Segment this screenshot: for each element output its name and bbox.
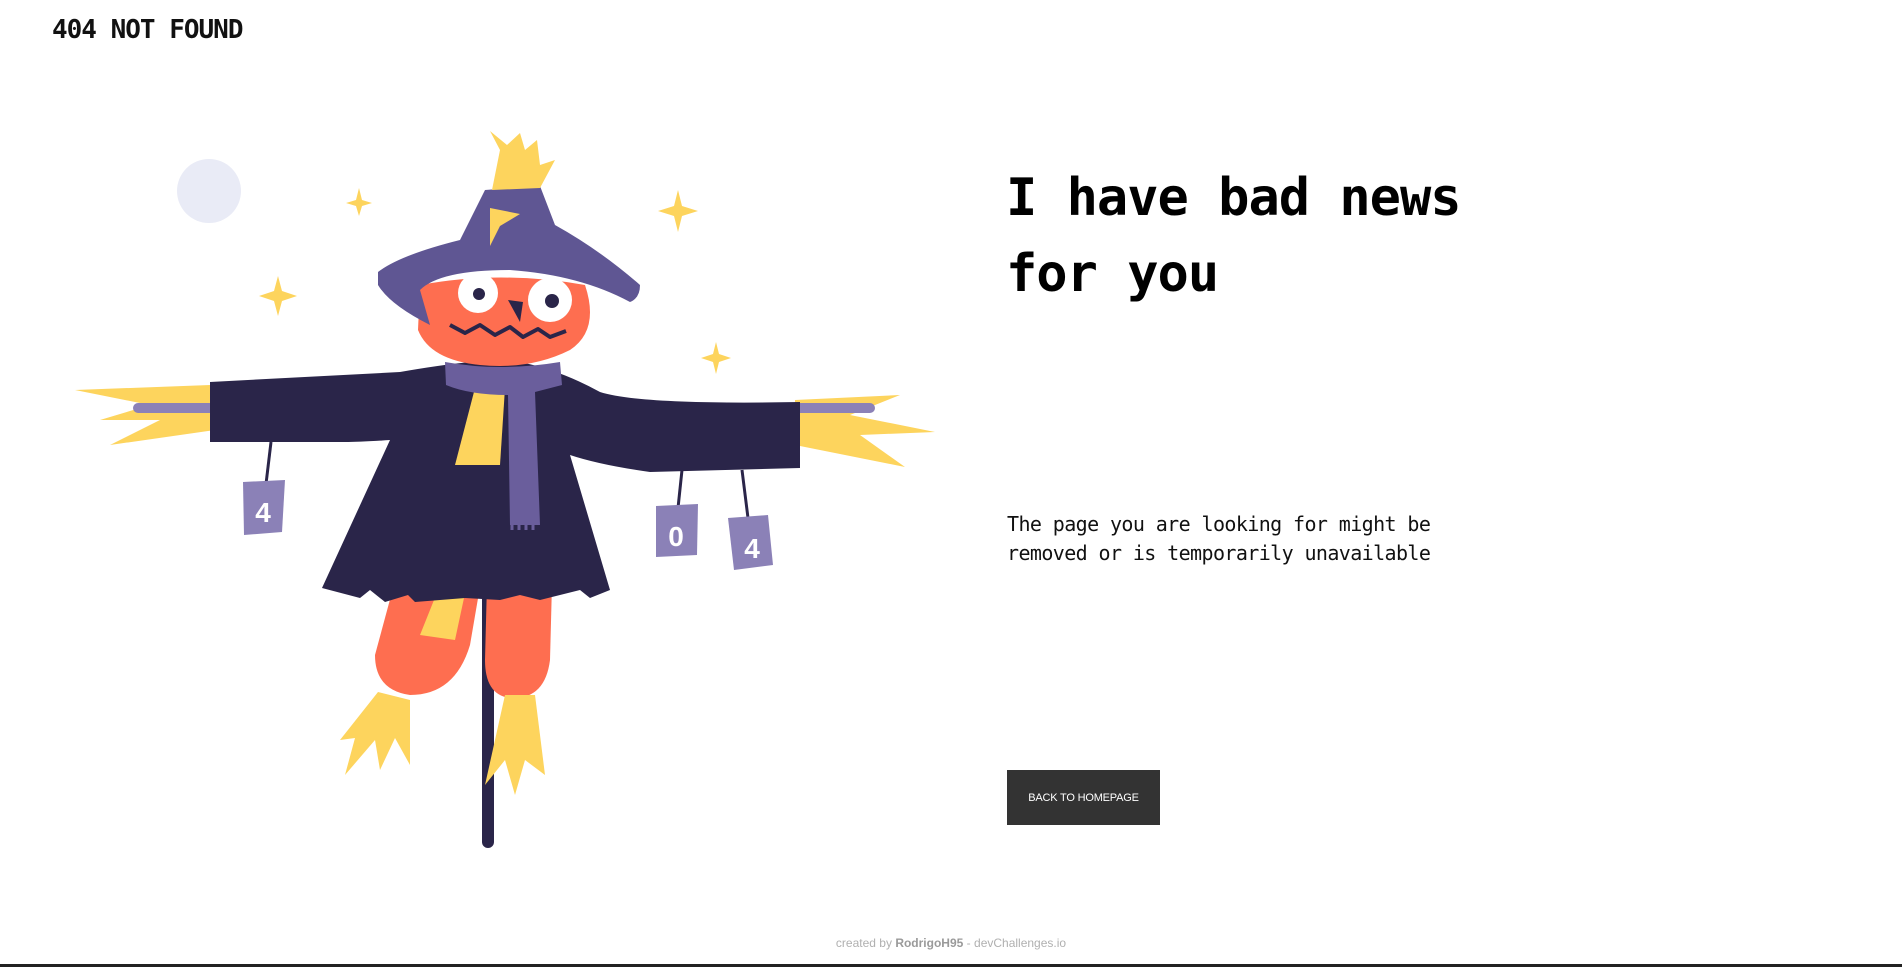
can-1: 4 xyxy=(243,480,285,535)
star-icon xyxy=(259,276,297,316)
svg-text:4: 4 xyxy=(255,497,271,528)
footer-author-link[interactable]: RodrigoH95 xyxy=(895,936,963,950)
error-message: The page you are looking for might be re… xyxy=(1007,512,1431,565)
footer-separator: - xyxy=(966,936,971,950)
back-to-homepage-button[interactable]: BACK TO HOMEPAGE xyxy=(1007,770,1160,825)
scarecrow-illustration: 4 0 4 xyxy=(75,131,935,848)
star-icon xyxy=(701,342,731,374)
footer-prefix: created by xyxy=(835,936,892,950)
hat-straw xyxy=(490,131,555,190)
straw-feet xyxy=(340,692,545,795)
star-icon xyxy=(346,188,372,216)
footer-credit: created by RodrigoH95 - devChallenges.io xyxy=(0,936,1902,950)
footer-site-link[interactable]: devChallenges.io xyxy=(974,936,1066,950)
star-icon xyxy=(658,190,698,232)
coat xyxy=(210,362,800,602)
can-3: 4 xyxy=(728,515,773,570)
svg-text:0: 0 xyxy=(668,521,684,552)
moon-icon xyxy=(177,159,241,223)
svg-text:4: 4 xyxy=(744,533,760,564)
page-headline: I have bad news for you xyxy=(1006,168,1462,304)
site-logo[interactable]: 404 NOT FOUND xyxy=(52,15,243,45)
can-2: 0 xyxy=(656,504,698,557)
